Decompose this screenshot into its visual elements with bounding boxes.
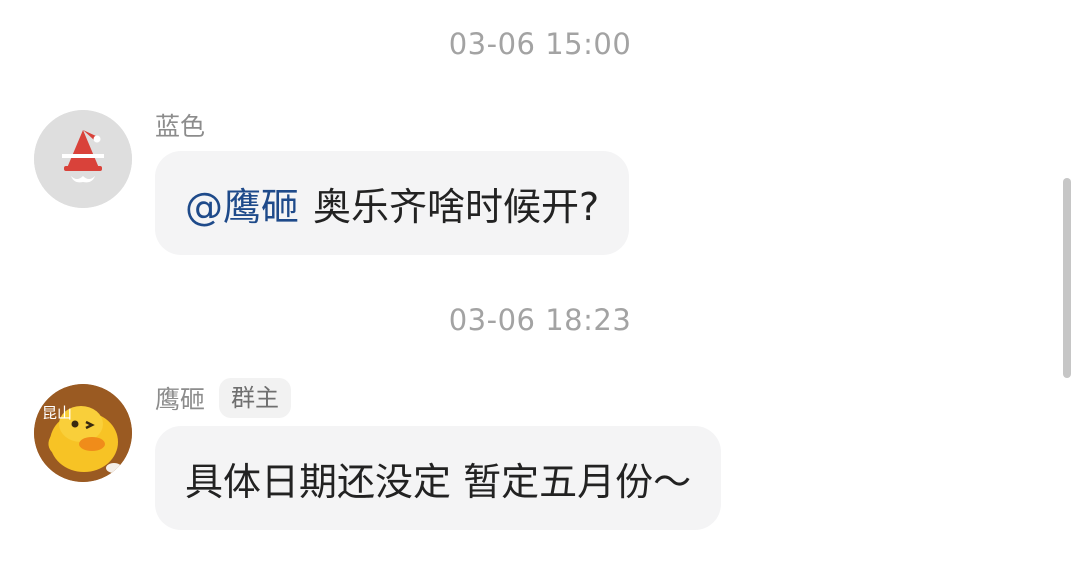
message-bubble[interactable]: 具体日期还没定 暂定五月份～ <box>155 426 722 530</box>
mention-link[interactable]: @鹰砸 <box>185 176 299 231</box>
message-text: 奥乐齐啥时候开? <box>313 184 600 229</box>
message-text: 具体日期还没定 暂定五月份～ <box>185 459 692 504</box>
sender-name[interactable]: 蓝色 <box>155 107 205 143</box>
santa-hat-avatar-icon <box>34 110 132 208</box>
owner-badge: 群主 <box>219 378 292 418</box>
chat-screen: 03-06 15:00 蓝色 @鹰砸 奥乐齐啥时候开? 03-06 18:23 <box>0 0 1080 569</box>
message-timestamp: 03-06 18:23 <box>448 303 632 337</box>
scrollbar-thumb[interactable] <box>1063 178 1071 378</box>
sender-row: 鹰砸 群主 <box>155 378 292 418</box>
avatar-text: 昆山 <box>42 404 73 422</box>
avatar[interactable]: 昆山 <box>34 384 132 482</box>
message-timestamp: 03-06 15:00 <box>448 27 632 61</box>
sender-row: 蓝色 <box>155 107 205 143</box>
avatar[interactable] <box>34 110 132 208</box>
message-bubble[interactable]: @鹰砸 奥乐齐啥时候开? <box>155 151 630 255</box>
duck-avatar-icon <box>34 384 132 482</box>
sender-name[interactable]: 鹰砸 <box>155 380 205 416</box>
